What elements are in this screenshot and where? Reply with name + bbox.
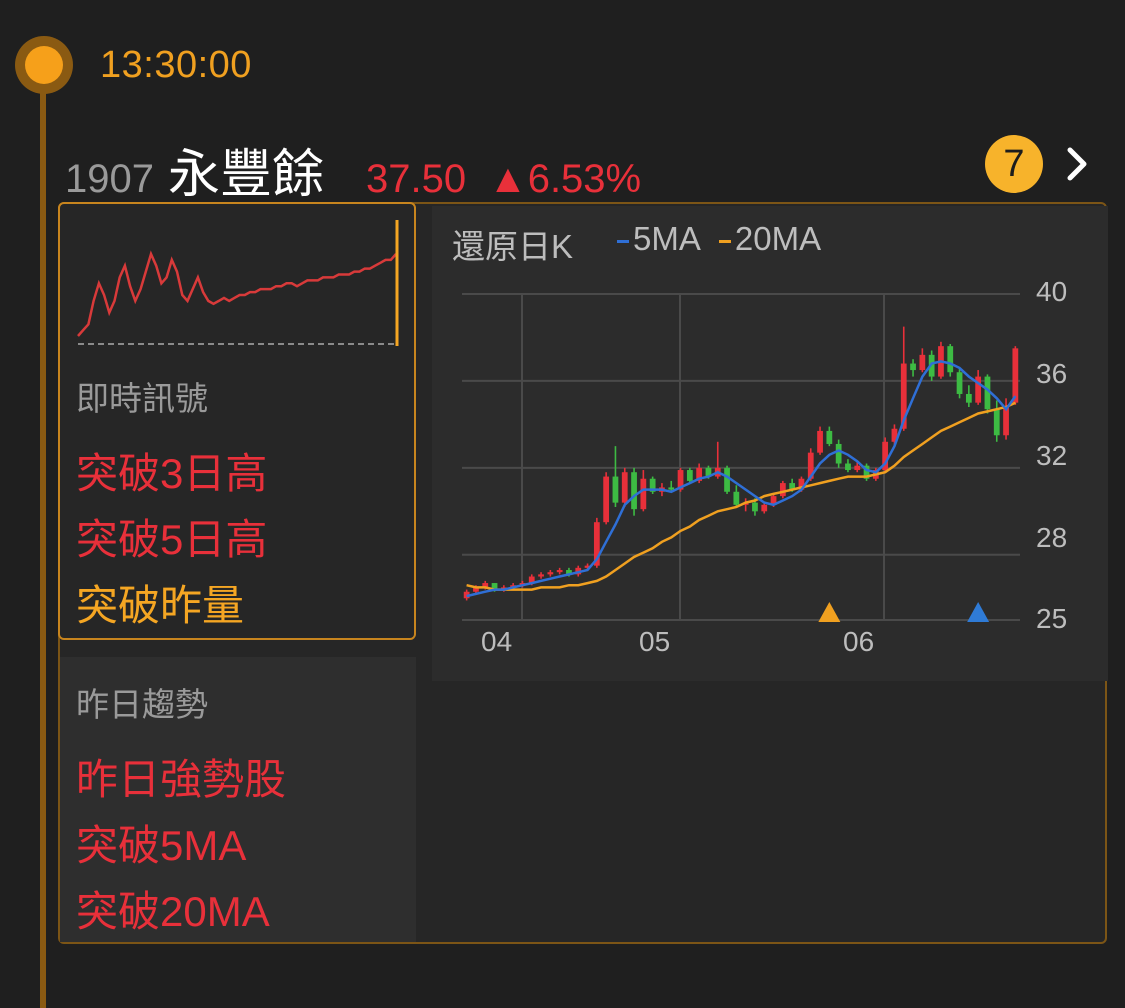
- signal-count-badge[interactable]: 7: [985, 135, 1043, 193]
- y-tick-label: 40: [1036, 276, 1068, 307]
- y-tick-label: 36: [1036, 358, 1068, 389]
- intraday-sparkline: [77, 220, 399, 346]
- y-tick-label: 25: [1036, 603, 1068, 634]
- legend-5ma: 5MA: [617, 220, 701, 268]
- sparkline-line: [77, 250, 397, 337]
- timeline-line: [40, 70, 46, 1008]
- trend-item: 突破20MA: [76, 888, 270, 935]
- chevron-right-icon[interactable]: [1058, 140, 1098, 188]
- x-tick-label: 05: [639, 626, 671, 657]
- legend-20ma: 20MA: [718, 220, 821, 268]
- stock-header[interactable]: 1907 永豐餘 37.50 ▲6.53%: [65, 132, 641, 204]
- trend-item: 突破5MA: [76, 822, 247, 869]
- stock-change: ▲6.53%: [488, 157, 642, 201]
- timeline-dot: [15, 36, 73, 94]
- signals-title: 即時訊號: [76, 380, 208, 417]
- kline-chart-panel[interactable]: [432, 206, 1108, 681]
- timeline-time: 13:30:00: [100, 44, 252, 86]
- y-tick-label: 28: [1036, 522, 1068, 553]
- x-tick-label: 04: [481, 626, 513, 657]
- trend-item: 昨日強勢股: [76, 756, 287, 803]
- signal-item: 突破昨量: [76, 582, 245, 629]
- chart-title: 還原日K: [452, 228, 574, 265]
- chart-legend: 還原日K 5MA 20MA: [452, 220, 821, 268]
- stock-code: 1907: [65, 157, 154, 201]
- signal-item: 突破3日高: [76, 450, 268, 497]
- stock-name: 永豐餘: [167, 146, 324, 204]
- trend-title: 昨日趨勢: [76, 686, 208, 723]
- signal-item: 突破5日高: [76, 516, 268, 563]
- y-tick-label: 32: [1036, 440, 1068, 471]
- x-tick-label: 06: [843, 626, 875, 657]
- stock-price: 37.50: [366, 157, 467, 201]
